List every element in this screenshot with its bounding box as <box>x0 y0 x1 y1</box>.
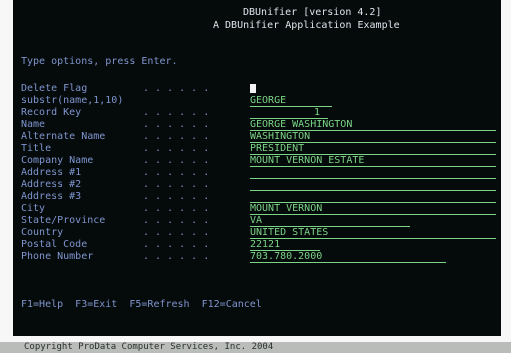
label-alternate-name: Alternate Name <box>21 131 106 142</box>
leader-dots: . . . . . . <box>143 203 210 214</box>
label-postal-code: Postal Code <box>21 239 88 250</box>
leader-dots: . . . . . . <box>143 119 210 130</box>
label-phone-number: Phone Number <box>21 251 94 262</box>
status-bar: Copyright ProData Computer Services, Inc… <box>0 342 511 353</box>
postal-code-field[interactable]: 22121 <box>250 239 320 251</box>
app-subtitle: A DBUnifier Application Example <box>213 20 400 31</box>
record-key-field[interactable]: 1 <box>250 107 328 119</box>
leader-dots: . . . . . . <box>143 239 210 250</box>
leader-dots: . . . . . . <box>143 179 210 190</box>
function-keys-bar[interactable]: F1=Help F3=Exit F5=Refresh F12=Cancel <box>21 299 262 311</box>
leader-dots: . . . . . . <box>143 227 210 238</box>
label-record-key: Record Key <box>21 107 82 118</box>
label-city: City <box>21 203 46 214</box>
leader-dots: . . . . . . <box>143 143 210 154</box>
title-field[interactable]: PRESIDENT <box>250 143 496 155</box>
app-version-title: DBUnifier [version 4.2] <box>243 7 382 18</box>
leader-dots: . . . . . . <box>143 131 210 142</box>
address-2-field[interactable] <box>250 179 496 191</box>
label-state-province: State/Province <box>21 215 106 226</box>
copyright-text: Copyright ProData Computer Services, Inc… <box>24 342 274 352</box>
label-address-2: Address #2 <box>21 179 82 190</box>
leader-dots: . . . . . . <box>143 251 210 262</box>
label-substr-name: substr(name,1,10) <box>21 95 124 106</box>
instruction-text: Type options, press Enter. <box>21 56 178 67</box>
leader-dots: . . . . . . <box>143 167 210 178</box>
terminal-screen: DBUnifier [version 4.2] A DBUnifier Appl… <box>13 0 501 336</box>
alternate-name-field[interactable]: WASHINGTON <box>250 131 496 143</box>
label-address-1: Address #1 <box>21 167 82 178</box>
state-province-field[interactable]: VA <box>250 215 410 227</box>
phone-number-field[interactable]: 703.780.2000 <box>250 251 446 263</box>
leader-dots: . . . . . . <box>143 155 210 166</box>
address-3-field[interactable] <box>250 191 496 203</box>
label-company-name: Company Name <box>21 155 94 166</box>
name-field[interactable]: GEORGE WASHINGTON <box>250 119 496 131</box>
company-name-field[interactable]: MOUNT VERNON ESTATE <box>250 155 496 167</box>
label-delete-flag: Delete Flag <box>21 83 88 94</box>
address-1-field[interactable] <box>250 167 496 179</box>
label-country: Country <box>21 227 64 238</box>
leader-dots: . . . . . . <box>143 215 210 226</box>
leader-dots: . . . . . . <box>143 191 210 202</box>
label-title: Title <box>21 143 52 154</box>
leader-dots: . . . . . . <box>143 107 210 118</box>
label-address-3: Address #3 <box>21 191 82 202</box>
leader-dots: . . . . . . <box>143 83 210 94</box>
country-field[interactable]: UNITED STATES <box>250 227 496 239</box>
substr-name-field[interactable]: GEORGE <box>250 95 332 107</box>
city-field[interactable]: MOUNT VERNON <box>250 203 496 215</box>
cursor-delete-flag[interactable] <box>250 84 256 93</box>
label-name: Name <box>21 119 46 130</box>
